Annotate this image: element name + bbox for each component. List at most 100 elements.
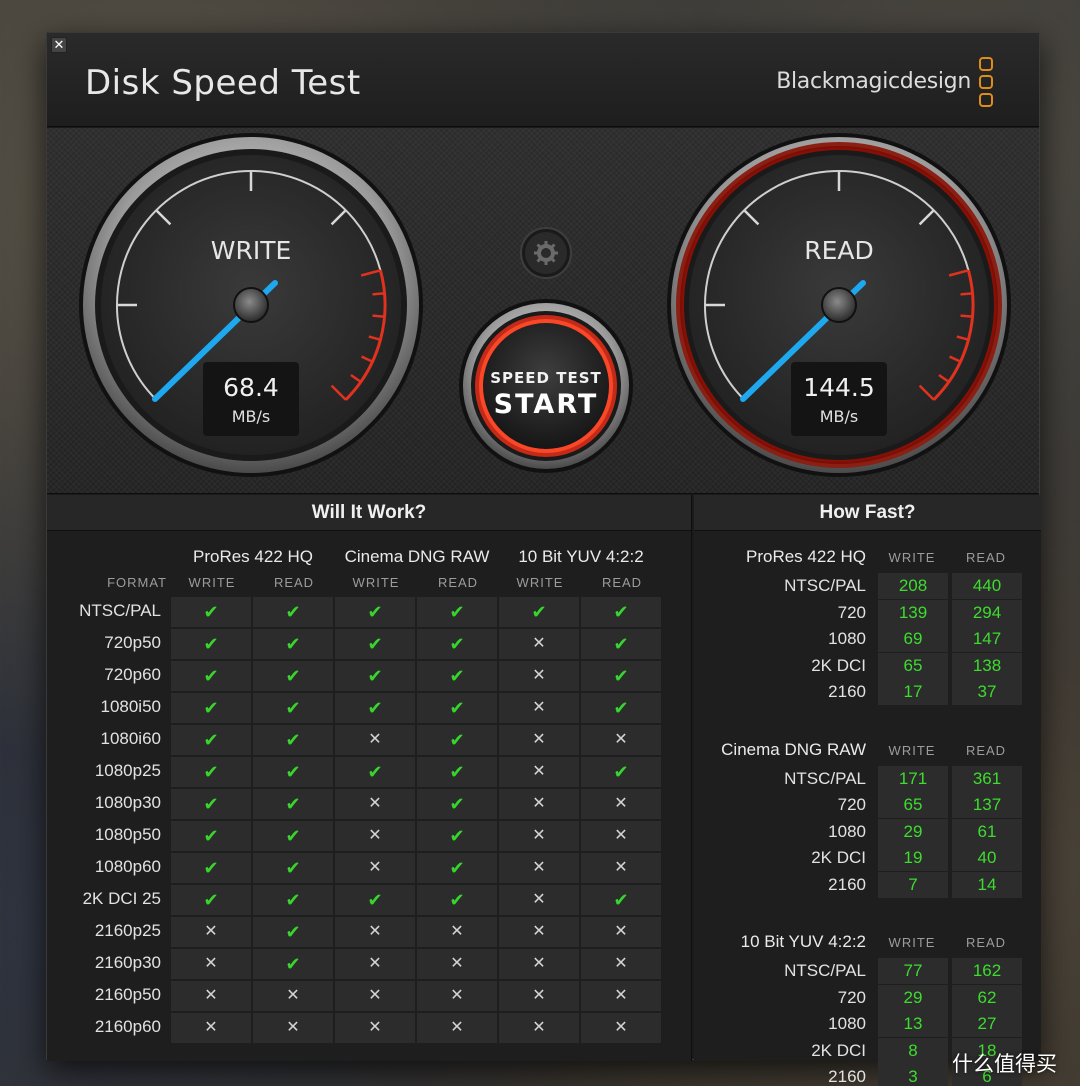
cross-icon: ✕: [171, 917, 251, 947]
how-fast-write-value: 13: [878, 1011, 948, 1037]
check-icon: ✔: [417, 661, 497, 691]
cross-icon: ✕: [335, 1013, 415, 1043]
cross-icon: ✕: [417, 949, 497, 979]
how-fast-row-format: 720: [837, 602, 866, 622]
how-fast-read-value: 440: [952, 573, 1022, 599]
watermark-text: 什么值得买: [952, 1052, 1057, 1076]
how-fast-write-value: 29: [878, 984, 948, 1011]
cross-icon: ✕: [499, 821, 579, 851]
cross-icon: ✕: [499, 661, 579, 691]
how-fast-write-value: 139: [878, 599, 948, 626]
check-icon: ✔: [171, 853, 251, 883]
will-column-header: WRITE: [352, 575, 400, 590]
read-gauge-hub: [821, 287, 857, 323]
cross-icon: ✕: [499, 725, 579, 755]
how-fast-read-value: 27: [952, 1011, 1022, 1037]
cross-icon: ✕: [499, 981, 579, 1011]
check-icon: ✔: [171, 885, 251, 915]
check-icon: ✔: [581, 693, 661, 723]
how-fast-row-format: 720: [837, 795, 866, 814]
will-group-title: ProRes 422 HQ: [193, 547, 313, 566]
how-fast-row-format: 2160: [828, 1067, 866, 1086]
how-fast-read-value: 147: [952, 626, 1022, 652]
how-fast-read-value: 162: [952, 958, 1022, 984]
cross-icon: ✕: [499, 917, 579, 947]
how-fast-row-format: 1080: [828, 821, 866, 841]
check-icon: ✔: [335, 661, 415, 691]
will-column-header: READ: [437, 575, 479, 590]
cross-icon: ✕: [581, 725, 661, 755]
speed-test-start-button[interactable]: SPEED TEST START: [459, 299, 633, 473]
app-title: Disk Speed Test: [85, 63, 361, 103]
close-button[interactable]: ✕: [51, 37, 67, 53]
cross-icon: ✕: [253, 981, 333, 1011]
check-icon: ✔: [253, 917, 333, 947]
how-fast-row-format: 2K DCI: [811, 1040, 866, 1060]
how-fast-panel: How Fast? ProRes 422 HQ WRITE READ NTSC/PAL…: [694, 495, 1041, 1086]
how-fast-write-value: 17: [878, 679, 948, 705]
title-bar: ✕ Disk Speed Test Blackmagicdesign: [47, 33, 1039, 127]
check-icon: ✔: [171, 693, 251, 723]
gauge-red-tick: [372, 314, 385, 318]
check-icon: ✔: [253, 853, 333, 883]
will-column-header: READ: [273, 575, 315, 590]
check-icon: ✔: [335, 629, 415, 659]
check-icon: ✔: [253, 661, 333, 691]
check-icon: ✔: [171, 661, 251, 691]
check-icon: ✔: [417, 757, 497, 787]
how-fast-column-header: READ: [965, 935, 1007, 950]
how-fast-write-value: 7: [878, 871, 948, 898]
gauge-red-tick: [372, 292, 385, 296]
gauges-svg: WRITE 68.4 MB/s READ 144.5 MB/s SPEED TE…: [79, 133, 1011, 477]
cross-icon: ✕: [335, 853, 415, 883]
will-row-format: 1080i60: [100, 729, 161, 748]
how-fast-write-value: 8: [878, 1037, 948, 1064]
how-fast-column-header: WRITE: [888, 935, 936, 950]
settings-button[interactable]: [520, 227, 572, 279]
how-fast-section-title: Cinema DNG RAW: [721, 739, 866, 759]
check-icon: ✔: [253, 821, 333, 851]
cross-icon: ✕: [335, 917, 415, 947]
check-icon: ✔: [417, 821, 497, 851]
check-icon: ✔: [253, 949, 333, 979]
read-speed-value: 144.5: [803, 373, 875, 402]
will-row-format: 2160p30: [94, 953, 161, 972]
check-icon: ✔: [581, 661, 661, 691]
how-fast-write-value: 77: [878, 958, 948, 984]
read-gauge: READ 144.5 MB/s: [667, 133, 1011, 477]
check-icon: ✔: [253, 789, 333, 819]
how-fast-header: How Fast?: [694, 495, 1041, 531]
how-fast-write-value: 208: [878, 573, 948, 599]
check-icon: ✔: [253, 725, 333, 755]
cross-icon: ✕: [581, 1013, 661, 1043]
check-icon: ✔: [335, 885, 415, 915]
how-fast-read-value: 14: [952, 871, 1022, 898]
check-icon: ✔: [417, 885, 497, 915]
brand-logo-icon: [979, 57, 995, 109]
will-group-title: Cinema DNG RAW: [344, 547, 490, 566]
will-row-format: NTSC/PAL: [79, 601, 161, 620]
cross-icon: ✕: [499, 789, 579, 819]
how-fast-row-format: 2160: [828, 874, 866, 894]
check-icon: ✔: [253, 629, 333, 659]
check-icon: ✔: [171, 821, 251, 851]
will-it-work-header: Will It Work?: [47, 495, 691, 531]
how-fast-write-value: 65: [878, 652, 948, 679]
will-row-format: 2160p50: [94, 985, 161, 1004]
cross-icon: ✕: [335, 725, 415, 755]
will-column-header: WRITE: [516, 575, 564, 590]
cross-icon: ✕: [581, 949, 661, 979]
check-icon: ✔: [253, 693, 333, 723]
check-icon: ✔: [581, 757, 661, 787]
how-fast-section-title: 10 Bit YUV 4:2:2: [740, 932, 866, 951]
how-fast-row-format: 1080: [828, 1014, 866, 1033]
how-fast-row-format: 1080: [828, 629, 866, 648]
how-fast-column-header: READ: [965, 742, 1007, 758]
check-icon: ✔: [171, 789, 251, 819]
write-speed-unit: MB/s: [232, 407, 271, 426]
cross-icon: ✕: [499, 949, 579, 979]
check-icon: ✔: [171, 597, 251, 627]
how-fast-read-value: 137: [952, 792, 1022, 818]
brand-name: Blackmagicdesign: [776, 69, 971, 94]
check-icon: ✔: [417, 693, 497, 723]
